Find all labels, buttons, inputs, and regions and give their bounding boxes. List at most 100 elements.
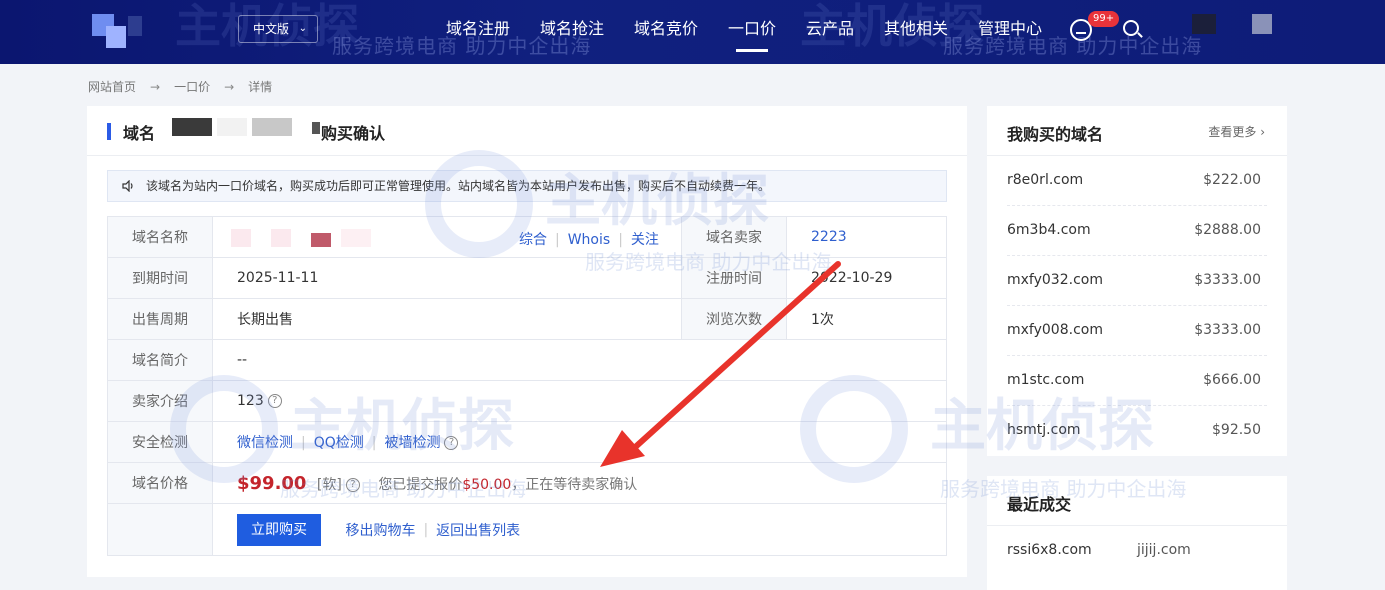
help-icon[interactable]: ? xyxy=(444,436,459,450)
recent-deals-panel: 最近成交 rssi6x8.com jijij.com xyxy=(987,476,1287,590)
table-row: 安全检测 微信检测 | QQ检测 | 被墙检测? xyxy=(107,421,947,463)
site-logo[interactable] xyxy=(92,14,152,48)
avatar[interactable] xyxy=(1192,14,1216,34)
domain-name: r8e0rl.com xyxy=(1007,172,1084,188)
offer-status: ，正在等待卖家确认 xyxy=(511,476,638,493)
table-row: 出售周期 长期出售 浏览次数 1次 xyxy=(107,298,947,340)
redacted-block xyxy=(341,229,371,247)
block-check-link[interactable]: 被墙检测 xyxy=(384,435,440,451)
breadcrumb-fixed-price[interactable]: 一口价 xyxy=(174,78,210,95)
nav-domain-register[interactable]: 域名注册 xyxy=(446,0,510,64)
row-label: 安全检测 xyxy=(107,421,213,463)
price-value: $99.00 xyxy=(237,472,307,494)
row-label: 到期时间 xyxy=(107,257,213,299)
row-label: 域名卖家 xyxy=(681,216,787,258)
reg-value: 2022-10-29 xyxy=(786,257,947,299)
breadcrumb-home[interactable]: 网站首页 xyxy=(88,78,136,95)
intro-value: -- xyxy=(212,339,947,381)
list-item[interactable]: m1stc.com $666.00 xyxy=(1007,356,1267,406)
table-row: 立即购买 移出购物车 | 返回出售列表 xyxy=(107,503,947,556)
security-cell: 微信检测 | QQ检测 | 被墙检测? xyxy=(212,421,947,463)
search-icon[interactable] xyxy=(1123,20,1139,36)
offer-text: 您已提交报价 xyxy=(378,476,463,493)
remove-cart-link[interactable]: 移出购物车 xyxy=(345,523,415,539)
row-label: 卖家介绍 xyxy=(107,380,213,422)
table-row: 卖家介绍 123? xyxy=(107,380,947,422)
seller-intro-cell: 123? xyxy=(212,380,947,422)
list-item[interactable]: r8e0rl.com $222.00 xyxy=(1007,156,1267,206)
cart-badge: 99+ xyxy=(1088,11,1120,27)
title-accent-bar xyxy=(107,123,111,140)
wechat-check-link[interactable]: 微信检测 xyxy=(237,435,293,451)
nav-domain-snap[interactable]: 域名抢注 xyxy=(540,0,604,64)
list-item[interactable]: mxfy032.com $3333.00 xyxy=(1007,256,1267,306)
domain-name: m1stc.com xyxy=(1007,372,1085,388)
list-item[interactable]: 6m3b4.com $2888.00 xyxy=(1007,206,1267,256)
row-label-empty xyxy=(107,503,213,556)
user-menu[interactable] xyxy=(1252,14,1272,34)
view-more-link[interactable]: 查看更多 › xyxy=(1208,123,1265,140)
nav-cloud-products[interactable]: 云产品 xyxy=(806,0,854,64)
card-title-suffix: 购买确认 xyxy=(321,124,386,143)
row-label: 出售周期 xyxy=(107,298,213,340)
notice-text: 该域名为站内一口价域名，购买成功后即可正常管理使用。站内域名皆为本站用户发布出售… xyxy=(146,179,771,193)
link-whois[interactable]: Whois xyxy=(568,232,610,248)
breadcrumb-detail: 详情 xyxy=(248,80,273,94)
redacted-block xyxy=(172,118,212,136)
purchase-card: 域名 购买确认 该域名为站内一口价域名，购买成功后即可正常管理使用。站内域名皆为… xyxy=(87,106,967,577)
domain-name: hsmtj.com xyxy=(1007,422,1081,438)
speaker-icon xyxy=(122,180,133,192)
back-to-list-link[interactable]: 返回出售列表 xyxy=(436,523,520,539)
row-label: 域名名称 xyxy=(107,216,213,258)
panel-title: 最近成交 xyxy=(1007,495,1072,514)
qq-check-link[interactable]: QQ检测 xyxy=(314,435,364,451)
domain-info-table: 域名名称 综合 | Whois | 关注 域名卖家 2223 到期时间 2025-11-… xyxy=(107,216,947,556)
card-title-prefix: 域名 xyxy=(123,124,156,143)
redacted-block xyxy=(271,229,291,247)
list-item[interactable]: hsmtj.com $92.50 xyxy=(1007,406,1267,456)
help-icon[interactable]: ? xyxy=(345,477,360,492)
seller-link[interactable]: 2223 xyxy=(811,229,847,245)
chevron-down-icon: ⌄ xyxy=(298,23,307,34)
my-domains-panel: 我购买的域名 查看更多 › r8e0rl.com $222.00 6m3b4.co… xyxy=(987,106,1287,456)
redacted-block xyxy=(311,233,331,247)
redacted-block xyxy=(231,229,251,247)
chevron-right-icon: › xyxy=(1260,125,1265,139)
view-more-label: 查看更多 xyxy=(1208,125,1257,139)
domain-name: rssi6x8.com xyxy=(1007,542,1092,558)
price-cell: $99.00 [软]? 您已提交报价$50.00，正在等待卖家确认 xyxy=(212,462,947,504)
domain-price: $3333.00 xyxy=(1194,272,1261,288)
offer-amount: $50.00 xyxy=(462,476,512,493)
redacted-block xyxy=(217,118,247,136)
nav-fixed-price[interactable]: 一口价 xyxy=(728,0,776,64)
link-overview[interactable]: 综合 xyxy=(519,232,547,248)
domain-name: mxfy032.com xyxy=(1007,272,1103,288)
actions-cell: 立即购买 移出购物车 | 返回出售列表 xyxy=(212,503,947,556)
domain-name-cell: 综合 | Whois | 关注 xyxy=(212,216,682,258)
domain-price: $2888.00 xyxy=(1194,222,1261,238)
nav-management[interactable]: 管理中心 xyxy=(978,0,1042,64)
link-follow[interactable]: 关注 xyxy=(631,232,659,248)
card-header: 域名 购买确认 xyxy=(87,106,967,156)
nav-others[interactable]: 其他相关 xyxy=(884,0,948,64)
redacted-block xyxy=(252,118,292,136)
domain-price: $222.00 xyxy=(1203,172,1261,188)
domain-tools: 综合 | Whois | 关注 xyxy=(519,232,659,248)
price-tag: [软] xyxy=(316,476,342,493)
domain-price: $666.00 xyxy=(1203,372,1261,388)
redacted-block xyxy=(312,122,320,134)
list-item[interactable]: mxfy008.com $3333.00 xyxy=(1007,306,1267,356)
nav-domain-auction[interactable]: 域名竞价 xyxy=(634,0,698,64)
domain-price: $3333.00 xyxy=(1194,322,1261,338)
row-label: 域名简介 xyxy=(107,339,213,381)
table-row: 域名价格 $99.00 [软]? 您已提交报价$50.00，正在等待卖家确认 xyxy=(107,462,947,504)
list-item[interactable]: rssi6x8.com jijij.com xyxy=(1007,526,1267,576)
language-select[interactable]: 中文版 ⌄ xyxy=(238,15,318,43)
table-row: 域名名称 综合 | Whois | 关注 域名卖家 2223 xyxy=(107,216,947,258)
panel-header: 最近成交 xyxy=(987,476,1287,526)
panel-title: 我购买的域名 xyxy=(1007,125,1104,144)
domain-price: $92.50 xyxy=(1212,422,1261,438)
help-icon[interactable]: ? xyxy=(267,394,282,408)
buy-now-button[interactable]: 立即购买 xyxy=(237,513,321,546)
panel-header: 我购买的域名 查看更多 › xyxy=(987,106,1287,156)
